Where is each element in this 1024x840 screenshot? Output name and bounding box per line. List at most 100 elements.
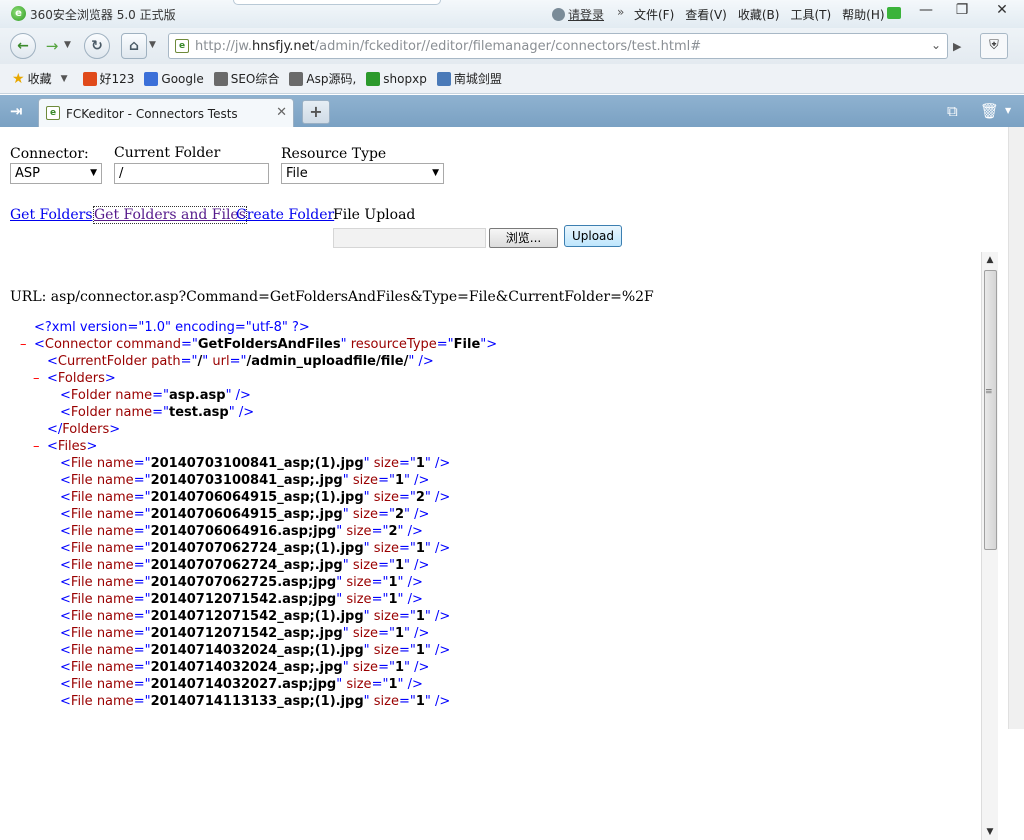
shopxp-icon xyxy=(366,71,381,86)
favorites-dropdown-icon: ▼ xyxy=(60,73,68,84)
browse-button[interactable]: 浏览... xyxy=(489,228,558,248)
xml-files-node[interactable]: – <Files> xyxy=(33,438,97,455)
favorite-item[interactable]: Google xyxy=(144,70,204,87)
favorites-bar: ★ 收藏 ▼ 好123 Google SEO综合 Asp源码, shopxp 南城剑盟 xyxy=(0,64,1024,94)
file-path-input[interactable] xyxy=(333,228,486,248)
xml-file-node: <File name="20140712071542.asp;jpg" size… xyxy=(60,592,423,607)
new-tab-button[interactable]: + xyxy=(302,100,330,124)
tab-preview-popup xyxy=(233,0,441,5)
xml-folders-close: </Folders> xyxy=(47,422,121,437)
xml-file-node: <File name="20140714032027.asp;jpg" size… xyxy=(60,677,423,692)
address-dropdown-icon[interactable]: ⌄ xyxy=(931,38,941,52)
shield-icon: ⛨ xyxy=(989,38,999,53)
address-url[interactable]: http://jw.hnsfjy.net/admin/fckeditor//ed… xyxy=(195,39,701,54)
xml-file-node: <File name="20140707062725.asp;jpg" size… xyxy=(60,575,423,590)
tab-fckeditor[interactable]: e FCKeditor - Connectors Tests ✕ xyxy=(38,98,294,127)
refresh-icon: ↻ xyxy=(91,38,103,54)
restore-button[interactable]: ❐ xyxy=(944,0,980,22)
connector-label: Connector: xyxy=(10,146,89,162)
current-folder-label: Current Folder xyxy=(114,145,221,161)
title-bar: e 360安全浏览器 5.0 正式版 请登录 » 文件(F) 查看(V) 收藏(B)… xyxy=(0,0,1024,28)
menu-item[interactable]: 帮助(H) xyxy=(842,6,884,23)
back-button[interactable]: ← xyxy=(10,33,36,59)
xml-file-node: <File name="20140714113133_asp;(1).jpg" … xyxy=(60,694,451,709)
xml-file-node: <File name="20140712071542_asp;.jpg" siz… xyxy=(60,626,430,641)
favorite-item[interactable]: Asp源码, xyxy=(289,70,356,87)
scroll-down-icon[interactable]: ▼ xyxy=(982,824,998,840)
xml-connector-node[interactable]: – <Connector command="GetFoldersAndFiles"… xyxy=(20,336,497,353)
page-scrollbar[interactable] xyxy=(1008,127,1024,729)
xml-file-node: <File name="20140706064916.asp;jpg" size… xyxy=(60,524,423,539)
get-folders-link[interactable]: Get Folders xyxy=(10,207,93,223)
current-folder-input[interactable]: / xyxy=(114,163,269,184)
xml-file-node: <File name="20140707062724_asp;(1).jpg" … xyxy=(60,541,451,556)
navigation-bar: ← → ▼ ↻ ⌂ ▼ e http://jw.hnsfjy.net/admin… xyxy=(0,28,1024,64)
request-url: URL: asp/connector.asp?Command=GetFolder… xyxy=(10,289,654,305)
favorite-item[interactable]: SEO综合 xyxy=(213,70,279,87)
menu-item[interactable]: 查看(V) xyxy=(685,6,727,23)
select-arrow-icon: ▼ xyxy=(432,168,439,178)
restore-tab-icon[interactable]: ⧉ xyxy=(947,102,958,120)
favorite-item[interactable]: 好123 xyxy=(82,70,134,87)
favorites-menu[interactable]: ★ 收藏 ▼ xyxy=(12,70,68,87)
window-controls: — ❐ ✕ xyxy=(908,0,1024,22)
refresh-button[interactable]: ↻ xyxy=(84,33,110,59)
menu-item[interactable]: 文件(F) xyxy=(634,6,674,23)
close-button[interactable]: ✕ xyxy=(980,0,1024,22)
xml-current-folder-node: <CurrentFolder path="/" url="/admin_uplo… xyxy=(47,354,434,369)
forward-arrow-icon: → xyxy=(45,37,59,55)
skin-icon[interactable] xyxy=(887,7,901,19)
upload-button[interactable]: Upload xyxy=(564,225,622,247)
connector-select[interactable]: ASP ▼ xyxy=(10,163,102,184)
collapse-icon: – xyxy=(33,439,40,454)
collapse-icon: – xyxy=(20,337,27,352)
favorite-item[interactable]: 南城剑盟 xyxy=(436,70,502,87)
resource-type-select[interactable]: File ▼ xyxy=(281,163,444,184)
asp-icon xyxy=(289,71,304,86)
create-folder-link[interactable]: Create Folder xyxy=(236,207,334,223)
xml-file-node: <File name="20140712071542_asp;(1).jpg" … xyxy=(60,609,451,624)
home-button[interactable]: ⌂ xyxy=(121,33,147,59)
favorite-item[interactable]: shopxp xyxy=(366,70,427,87)
hao123-icon xyxy=(82,71,97,86)
scroll-up-icon[interactable]: ▲ xyxy=(982,252,998,268)
tab-title: FCKeditor - Connectors Tests xyxy=(66,107,238,121)
xml-response-frame: <?xml version="1.0" encoding="utf-8" ?> –… xyxy=(0,307,1000,729)
tab-close-icon[interactable]: ✕ xyxy=(276,105,287,120)
address-bar[interactable]: e http://jw.hnsfjy.net/admin/fckeditor//… xyxy=(168,33,948,59)
scroll-thumb[interactable] xyxy=(984,270,997,550)
xml-file-node: <File name="20140714032024_asp;.jpg" siz… xyxy=(60,660,430,675)
xml-scrollbar[interactable]: ▲ ≡ ▼ xyxy=(981,252,998,840)
page-icon: e xyxy=(175,39,189,53)
xml-file-node: <File name="20140703100841_asp;(1).jpg" … xyxy=(60,456,451,471)
seo-icon xyxy=(213,71,228,86)
xml-file-node: <File name="20140706064915_asp;(1).jpg" … xyxy=(60,490,451,505)
collapse-icon: – xyxy=(33,371,40,386)
xml-file-node: <File name="20140703100841_asp;.jpg" siz… xyxy=(60,473,430,488)
sidebar-toggle-icon[interactable]: ⇥ xyxy=(10,102,23,120)
home-dropdown-icon[interactable]: ▼ xyxy=(149,40,156,50)
trash-icon[interactable]: 🗑 xyxy=(980,102,999,120)
select-arrow-icon: ▼ xyxy=(90,168,97,178)
trash-dropdown-icon[interactable]: ▼ xyxy=(1005,106,1011,115)
xml-file-node: <File name="20140714032024_asp;(1).jpg" … xyxy=(60,643,451,658)
history-dropdown-icon[interactable]: ▼ xyxy=(64,40,71,50)
google-icon xyxy=(144,71,159,86)
go-icon[interactable]: ▶ xyxy=(953,40,961,53)
minimize-button[interactable]: — xyxy=(908,0,944,22)
xml-declaration: <?xml version="1.0" encoding="utf-8" ?> xyxy=(34,320,310,335)
get-folders-and-files-link[interactable]: Get Folders and Files xyxy=(93,206,247,224)
xml-folders-node[interactable]: – <Folders> xyxy=(33,370,116,387)
forward-button[interactable]: → xyxy=(41,36,63,56)
menu-item[interactable]: 收藏(B) xyxy=(738,6,780,23)
resource-type-label: Resource Type xyxy=(281,146,387,162)
menu-item[interactable]: 工具(T) xyxy=(790,6,831,23)
security-shield-button[interactable]: ⛨ xyxy=(980,33,1008,59)
back-arrow-icon: ← xyxy=(17,38,29,54)
xml-file-node: <File name="20140706064915_asp;.jpg" siz… xyxy=(60,507,430,522)
page-content: Connector: ASP ▼ Current Folder / Resourc… xyxy=(0,127,1008,840)
tab-strip: ⇥ e FCKeditor - Connectors Tests ✕ + ⧉ 🗑… xyxy=(0,95,1024,127)
login-link[interactable]: 请登录 xyxy=(552,6,604,23)
favorites-list: 好123 Google SEO综合 Asp源码, shopxp 南城剑盟 xyxy=(82,70,502,87)
menu-expand-icon[interactable]: » xyxy=(617,5,624,19)
